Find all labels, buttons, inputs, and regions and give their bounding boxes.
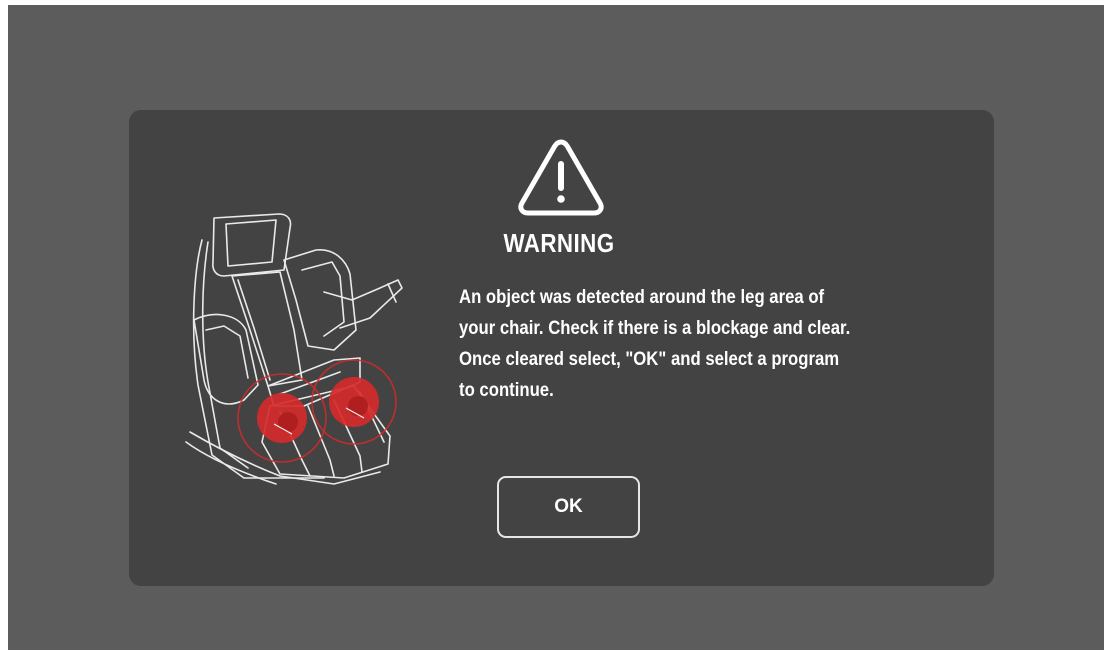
message-line: An object was detected around the leg ar… bbox=[459, 287, 825, 308]
message-line: to continue. bbox=[459, 380, 554, 401]
screen-background: WARNING An object was detected around th… bbox=[8, 5, 1104, 650]
dialog-title: WARNING bbox=[503, 228, 615, 258]
warning-dialog: WARNING An object was detected around th… bbox=[129, 110, 994, 586]
warning-triangle-icon bbox=[518, 139, 604, 216]
dialog-message: An object was detected around the leg ar… bbox=[459, 282, 917, 406]
ok-button-label: OK bbox=[554, 496, 583, 517]
ok-button[interactable]: OK bbox=[497, 476, 640, 538]
massage-chair-illustration bbox=[185, 213, 403, 485]
message-line: Once cleared select, "OK" and select a p… bbox=[459, 349, 840, 370]
message-line: your chair. Check if there is a blockage… bbox=[459, 318, 851, 339]
